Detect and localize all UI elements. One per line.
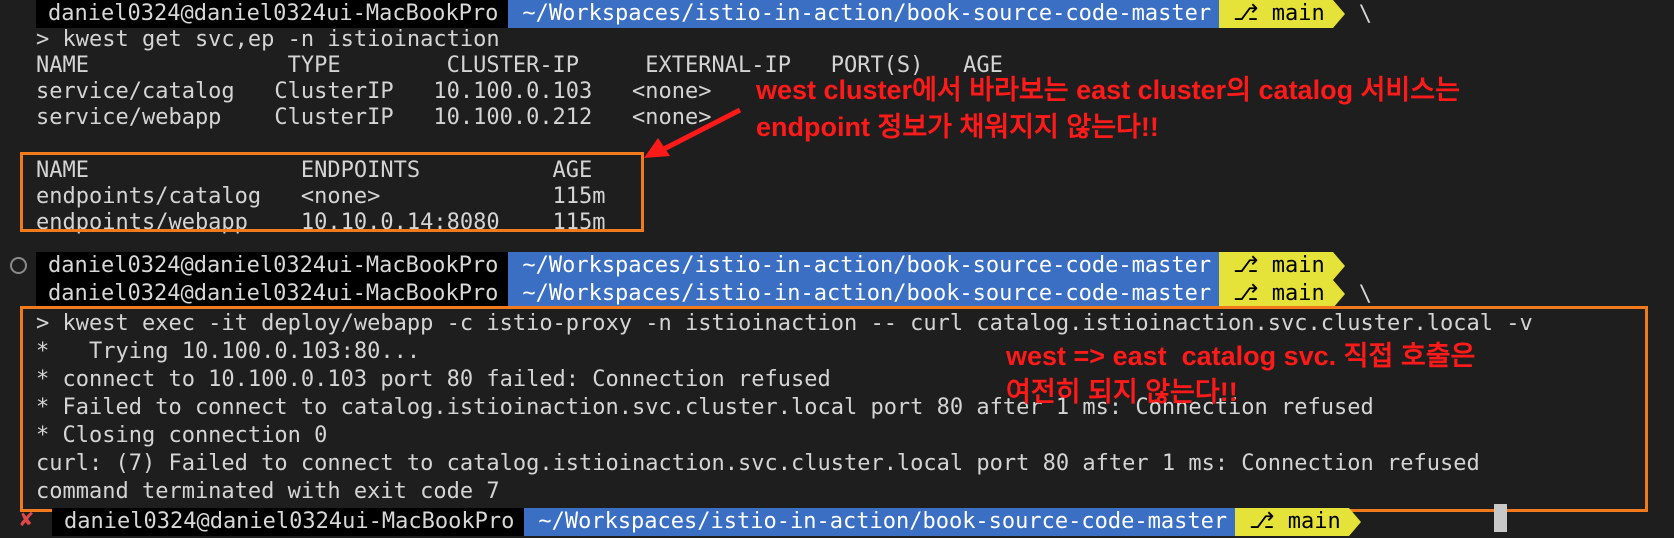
prompt-line: daniel0324@daniel0324ui-MacBookPro ~/Work… — [36, 0, 1372, 28]
output-line: * Trying 10.100.0.103:80... — [36, 339, 421, 364]
prompt-line: daniel0324@daniel0324ui-MacBookPro ~/Work… — [52, 508, 1361, 536]
prompt-git-branch: ⎇ main — [1219, 252, 1333, 280]
command-line: > kwest exec -it deploy/webapp -c istio-… — [36, 311, 1533, 336]
command-line: > kwest get svc,ep -n istioinaction — [36, 27, 500, 52]
annotation-bottom-line2: 여전히 되지 않는다!! — [1006, 377, 1238, 407]
output-line: command terminated with exit code 7 — [36, 479, 500, 504]
annotation-bottom-line1: west => east catalog svc. 직접 호출은 — [1006, 341, 1476, 371]
output-line: * Closing connection 0 — [36, 423, 328, 448]
branch-icon: ⎇ — [1249, 509, 1288, 534]
branch-icon: ⎇ — [1233, 253, 1272, 278]
output-line: * connect to 10.100.0.103 port 80 failed… — [36, 367, 831, 392]
annotation-top-line2: endpoint 정보가 채워지지 않는다!! — [756, 112, 1159, 142]
prompt-git-branch: ⎇ main — [1235, 508, 1349, 536]
arrow-icon — [644, 107, 742, 158]
output-line: curl: (7) Failed to connect to catalog.i… — [36, 451, 1480, 476]
table-row: service/webapp ClusterIP 10.100.0.212 <n… — [36, 105, 712, 130]
error-status-icon: ✘ — [20, 507, 34, 532]
prompt-line: daniel0324@daniel0324ui-MacBookPro ~/Work… — [36, 252, 1345, 280]
prompt-continuation: \ — [1358, 1, 1372, 27]
prompt-git-branch: ⎇ main — [1219, 280, 1333, 308]
prompt-line: daniel0324@daniel0324ui-MacBookPro ~/Work… — [36, 280, 1372, 308]
prompt-user: daniel0324@daniel0324ui-MacBookPro — [36, 0, 509, 28]
endpoints-highlight-box — [20, 152, 644, 232]
branch-icon: ⎇ — [1233, 281, 1272, 306]
table-row: service/catalog ClusterIP 10.100.0.103 <… — [36, 79, 712, 104]
annotation-top-line1: west cluster에서 바라보는 east cluster의 catalo… — [756, 75, 1460, 105]
prompt-path: ~/Workspaces/istio-in-action/book-source… — [508, 0, 1220, 28]
prompt-git-branch: ⎇ main — [1219, 0, 1333, 28]
terminal-cursor[interactable] — [1494, 504, 1507, 532]
command-status-icon — [10, 257, 27, 274]
branch-icon: ⎇ — [1233, 1, 1272, 26]
